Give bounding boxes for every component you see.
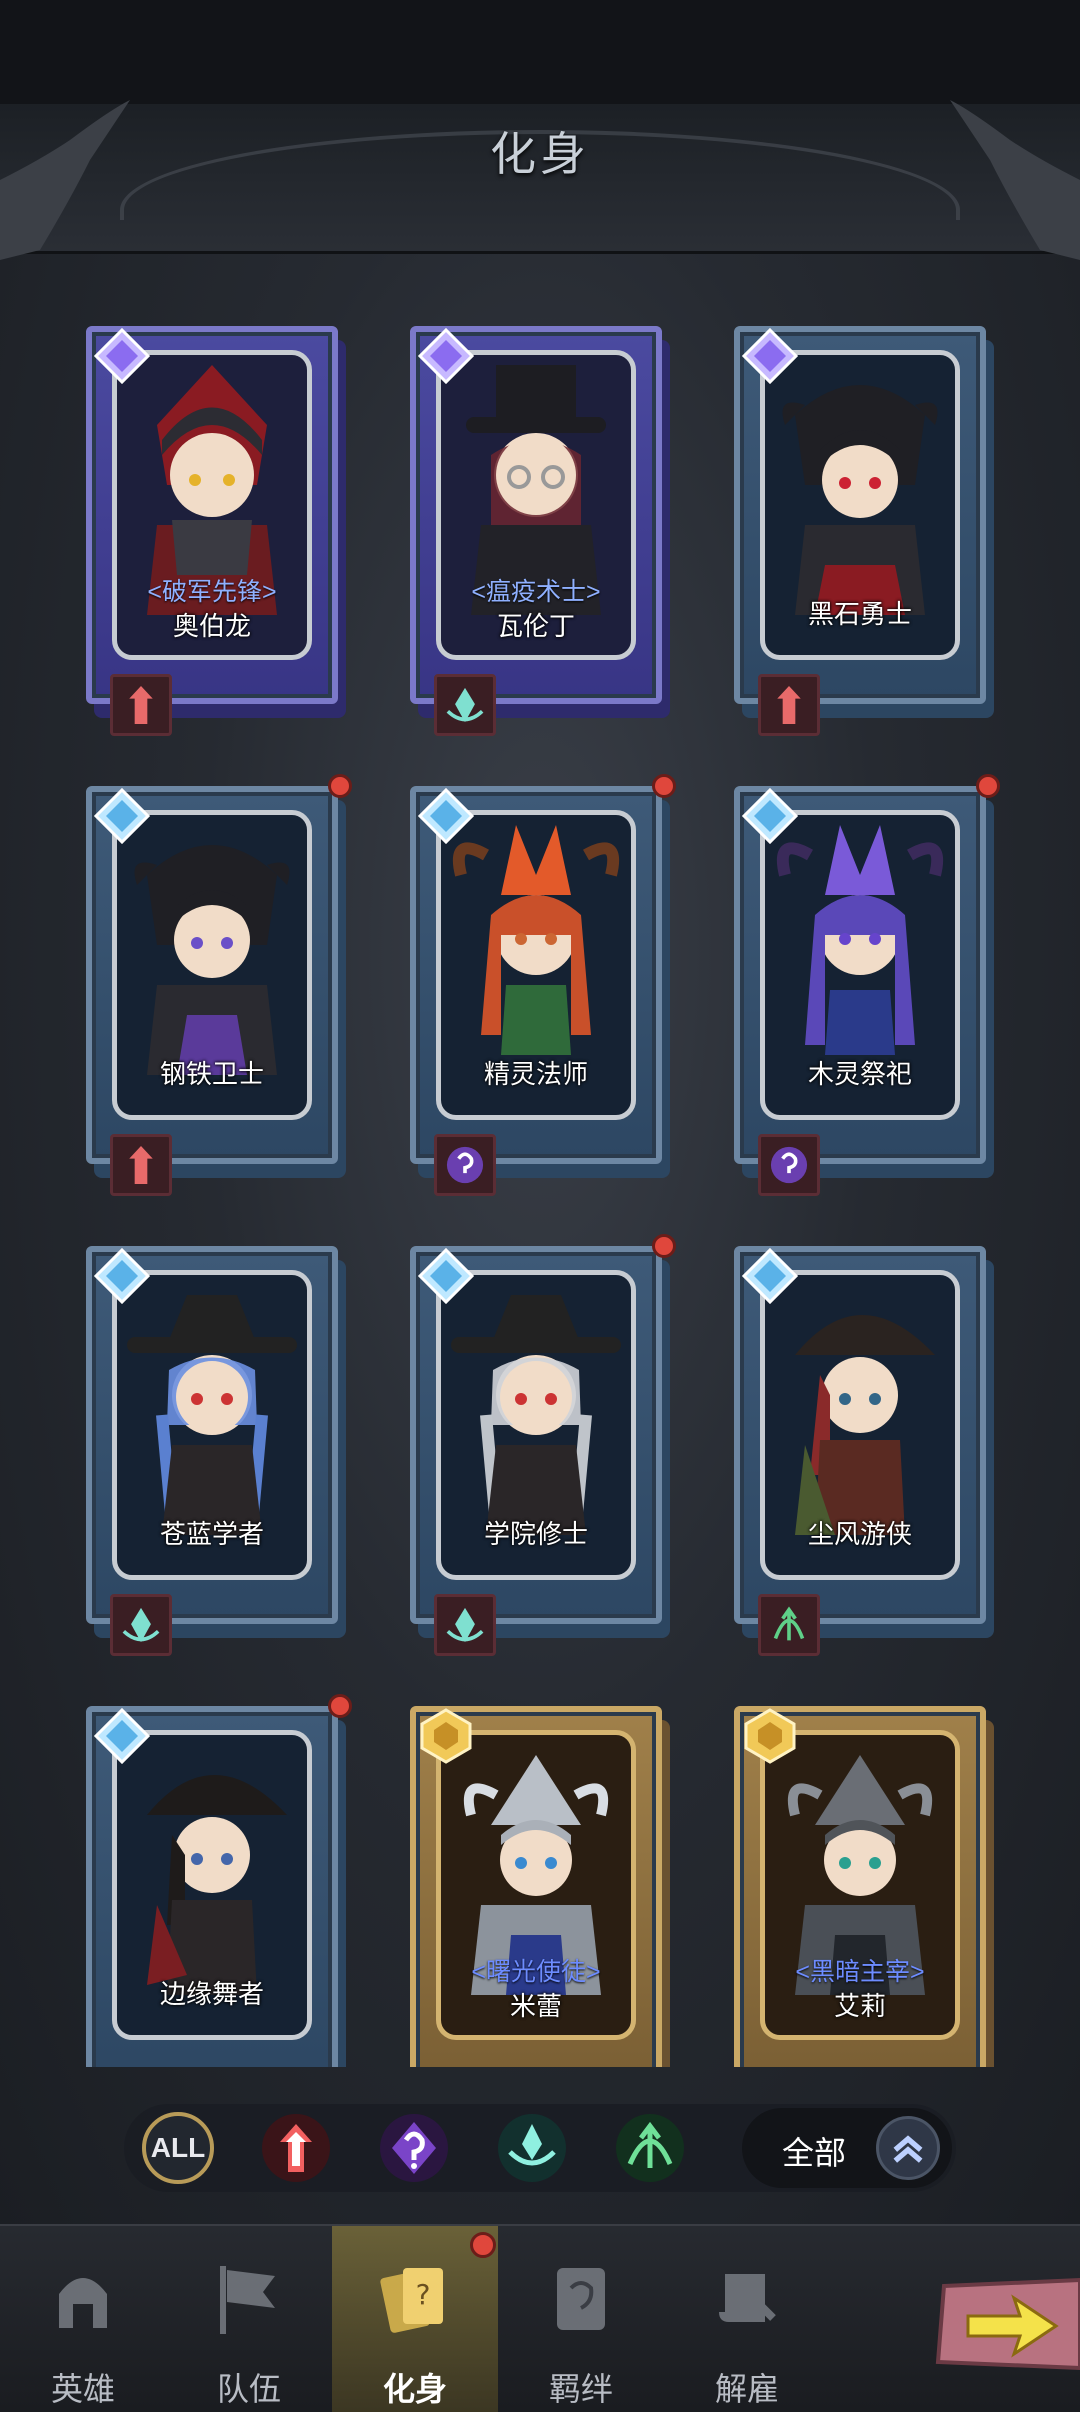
tab-label: 队伍 [216, 2371, 281, 2407]
hero-name: 尘风游侠 [807, 1519, 912, 1549]
hero-name: 边缘舞者 [159, 1979, 264, 2009]
warrior-icon[interactable] [260, 2112, 332, 2184]
new-badge [652, 1234, 676, 1258]
sort-label: 全部 [782, 2135, 847, 2171]
avatar-grid: <破军先锋> 奥伯龙 <瘟疫术士> 瓦伦丁 黑石勇士 钢铁卫士 精灵法师 木灵祭… [86, 322, 1006, 2067]
blue-rarity-gem-icon [94, 788, 150, 844]
avatar-card[interactable]: <破军先锋> 奥伯龙 [86, 322, 346, 762]
hero-name: 黑石勇士 [807, 599, 912, 629]
mage-icon [434, 1134, 496, 1196]
scroll-icon [719, 2274, 776, 2322]
hero-title: <破军先锋> [147, 578, 277, 606]
hero-title: <曙光使徒> [471, 1958, 601, 1986]
warrior-icon [110, 674, 172, 736]
tab-team[interactable]: 队伍 [166, 2226, 332, 2412]
helmet-icon [59, 2278, 107, 2328]
blue-rarity-gem-icon [742, 788, 798, 844]
cards-icon: ? [380, 2268, 443, 2333]
tab-label: 英雄 [50, 2371, 115, 2407]
avatar-card[interactable]: 黑石勇士 [734, 322, 994, 762]
avatar-card[interactable]: 精灵法师 [410, 774, 676, 1222]
mage-icon[interactable] [378, 2112, 450, 2184]
avatar-card[interactable]: 木灵祭祀 [734, 774, 1000, 1222]
new-badge [328, 1694, 352, 1718]
hero-name: 瓦伦丁 [496, 611, 575, 641]
page-title: 化身 [490, 128, 590, 180]
hero-name: 精灵法师 [483, 1059, 588, 1089]
new-badge [652, 774, 676, 798]
purple-rarity-gem-icon [94, 328, 150, 384]
blue-rarity-gem-icon [742, 1248, 798, 1304]
hero-name: 钢铁卫士 [159, 1059, 264, 1089]
support-icon[interactable] [496, 2112, 568, 2184]
hero-name: 木灵祭祀 [807, 1059, 912, 1089]
tab-label: 羁绊 [548, 2371, 613, 2407]
warrior-icon [758, 674, 820, 736]
tab-dismiss[interactable]: 解雇 [664, 2226, 830, 2412]
support-icon [434, 1594, 496, 1656]
purple-rarity-gem-icon [418, 328, 474, 384]
tab-label: 化身 [382, 2371, 447, 2407]
sort-dropdown[interactable]: 全部 [742, 2108, 952, 2188]
chevron-up-icon[interactable] [876, 2116, 940, 2180]
tab-label: 解雇 [714, 2371, 779, 2407]
tab-bonds[interactable]: 羁绊 [498, 2226, 664, 2412]
blue-rarity-gem-icon [94, 1708, 150, 1764]
avatar-card[interactable]: <瘟疫术士> 瓦伦丁 [410, 322, 670, 762]
avatar-card[interactable]: <曙光使徒> 米蕾 [410, 1702, 670, 2067]
avatar-card[interactable]: <黑暗主宰> 艾莉 [734, 1702, 994, 2067]
new-badge [976, 774, 1000, 798]
tab-heroes[interactable]: 英雄 [0, 2226, 166, 2412]
blue-rarity-gem-icon [418, 788, 474, 844]
avatar-card[interactable]: 边缘舞者 [86, 1694, 352, 2067]
hero-name: 学院修士 [483, 1519, 588, 1549]
blue-rarity-gem-icon [94, 1248, 150, 1304]
gold-rarity-gem-icon [744, 1708, 796, 1764]
filter-bar: ALL 全部 [124, 2104, 956, 2192]
avatar-card[interactable]: 苍蓝学者 [86, 1242, 346, 1682]
hero-name: 奥伯龙 [172, 611, 251, 641]
hero-name: 苍蓝学者 [159, 1519, 264, 1549]
hero-title: <瘟疫术士> [471, 578, 601, 606]
hero-title: <黑暗主宰> [795, 1958, 925, 1986]
hero-name: 米蕾 [509, 1991, 562, 2021]
filter-all-button[interactable]: ALL [142, 2112, 214, 2184]
new-badge [328, 774, 352, 798]
ranger-icon [758, 1594, 820, 1656]
hero-name: 艾莉 [833, 1991, 886, 2021]
purple-rarity-gem-icon [742, 328, 798, 384]
next-arrow-button[interactable] [934, 2276, 1080, 2372]
avatar-card[interactable]: 钢铁卫士 [86, 774, 352, 1222]
blue-rarity-gem-icon [418, 1248, 474, 1304]
banner-icon [220, 2266, 275, 2334]
bottom-nav: 英雄 队伍 ? 化身 羁绊 解雇 [0, 2224, 1080, 2412]
support-icon [434, 674, 496, 736]
avatar-card[interactable]: 尘风游侠 [734, 1242, 994, 1682]
notification-badge [470, 2232, 496, 2258]
status-bar [0, 0, 1080, 104]
ranger-icon[interactable] [614, 2112, 686, 2184]
avatar-card[interactable]: 学院修士 [410, 1234, 676, 1682]
tome-icon [557, 2268, 605, 2330]
svg-text:?: ? [416, 2278, 431, 2311]
warrior-icon [110, 1134, 172, 1196]
support-icon [110, 1594, 172, 1656]
gold-rarity-gem-icon [420, 1708, 472, 1764]
mage-icon [758, 1134, 820, 1196]
